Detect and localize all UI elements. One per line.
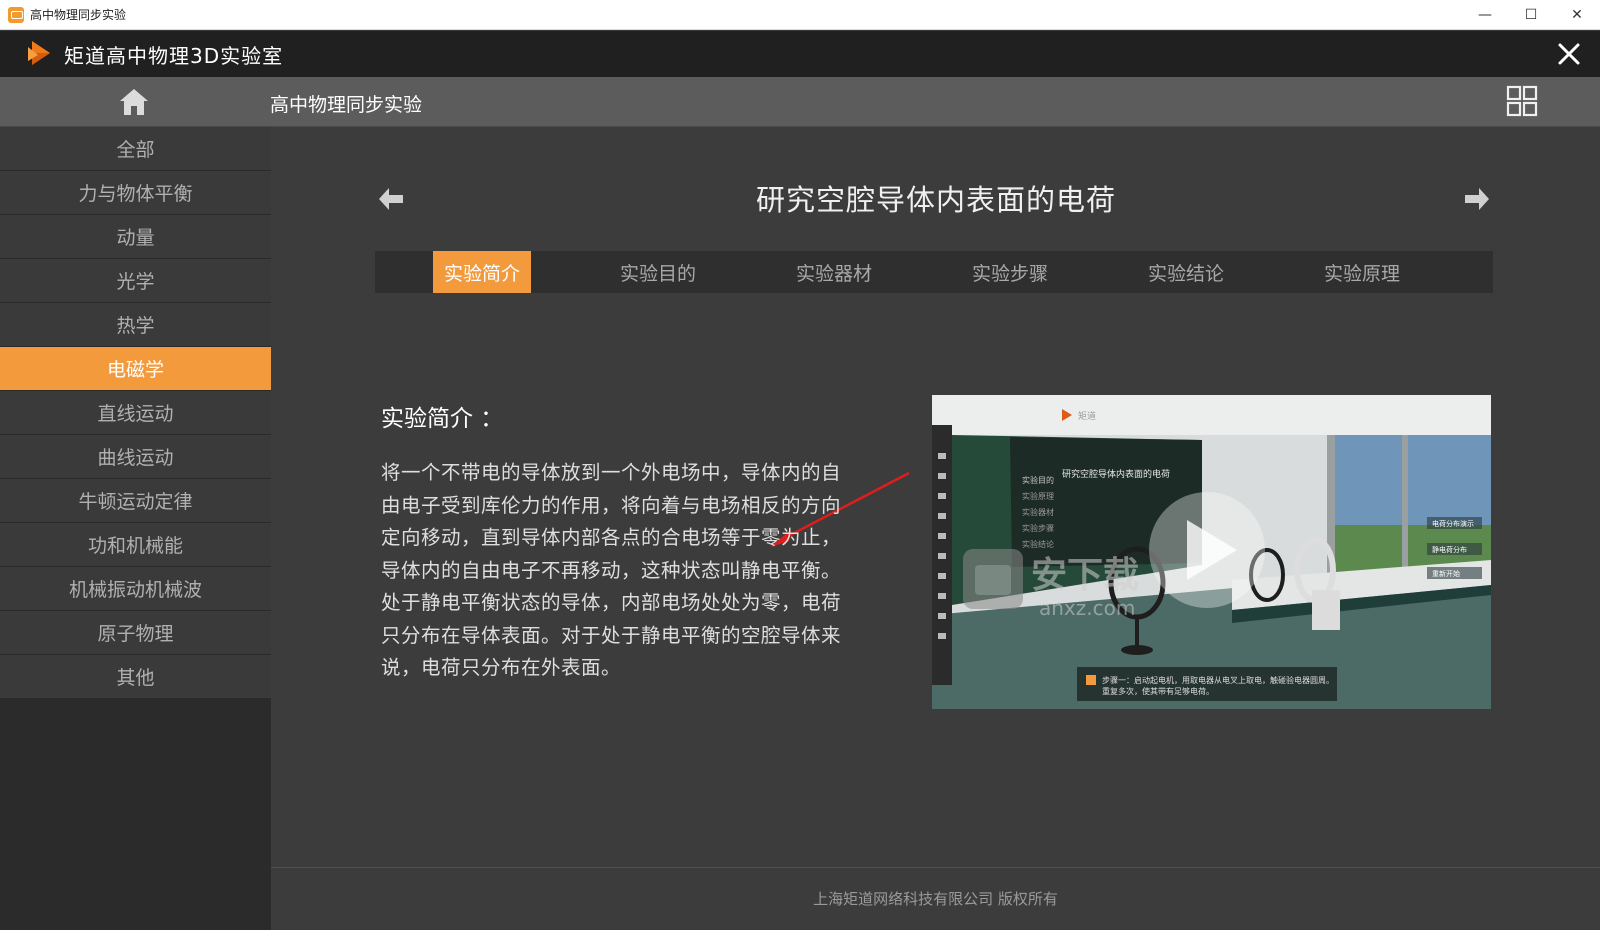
maximize-button[interactable]: ☐ [1508,0,1554,30]
intro-line: 由电子受到库伦力的作用，将向着与电场相反的方向 [381,493,842,517]
tab-4[interactable]: 实验结论 [1137,251,1235,293]
svg-text:安下载: 安下载 [1031,555,1139,596]
window-controls: — ☐ ✕ [1462,0,1600,30]
sidebar-item[interactable]: 力与物体平衡 [0,171,271,215]
svg-text:静电荷分布: 静电荷分布 [1432,545,1467,554]
svg-text:anxz.com: anxz.com [1039,596,1135,620]
sidebar-item[interactable]: 机械振动机械波 [0,567,271,611]
footer-copyright: 上海矩道网络科技有限公司 版权所有 [813,890,1058,908]
sidebar-item[interactable]: 动量 [0,215,271,259]
intro-line: 导体内的自由电子不再移动，这种状态叫静电平衡。 [381,558,842,582]
minimize-button[interactable]: — [1462,0,1508,30]
intro-line: 处于静电平衡状态的导体，内部电场处处为零，电荷 [381,591,842,614]
sidebar-item[interactable]: 原子物理 [0,611,271,655]
window-titlebar: 高中物理同步实验 — ☐ ✕ [0,0,1600,30]
arrow-right-icon[interactable] [1461,183,1493,215]
intro-body: 将一个不带电的导体放到一个外电场中，导体内的自 由电子受到库伦力的作用，将向着与电… [381,457,891,685]
app-title: 矩道高中物理3D实验室 [64,43,284,68]
video-board-title: 研究空腔导体内表面的电荷 [1062,468,1170,480]
intro-line: 说，电荷只分布在外表面。 [381,656,622,679]
watermark-logo: 安下载 anxz.com [963,549,1139,620]
tab-2[interactable]: 实验器材 [785,251,883,293]
video-caption-line1: 步骤一：启动起电机，用取电器从电叉上取电，触碰验电器圆周。 [1102,675,1334,685]
svg-text:矩道: 矩道 [1078,410,1096,422]
footer: 上海矩道网络科技有限公司 版权所有 [271,867,1600,930]
svg-text:实验原理: 实验原理 [1022,491,1054,501]
grid-icon[interactable] [1506,85,1538,117]
sidebar-item[interactable]: 全部 [0,127,271,171]
nav-title: 高中物理同步实验 [270,94,423,116]
svg-text:实验目的: 实验目的 [1022,475,1054,485]
sidebar-item[interactable]: 光学 [0,259,271,303]
intro-line: 定向移动，直到导体内部各点的合电场等于零为止， [381,526,842,549]
sidebar-item[interactable]: 功和机械能 [0,523,271,567]
intro-line: 将一个不带电的导体放到一个外电场中，导体内的自 [381,461,842,484]
intro-heading: 实验简介 ： [381,406,504,432]
sidebar-item[interactable]: 电磁学 [0,347,271,391]
close-icon[interactable] [1554,39,1584,69]
main-content: 研究空腔导体内表面的电荷 实验简介 实验目的 实验器材 实验步骤 实验结论 实验原理 实验… [271,127,1600,930]
experiment-tabs: 实验简介 实验目的 实验器材 实验步骤 实验结论 实验原理 [375,251,1493,293]
tab-5[interactable]: 实验原理 [1313,251,1411,293]
app-header: 矩道高中物理3D实验室 [0,31,1600,77]
sidebar-item[interactable]: 其他 [0,655,271,699]
svg-text:重新开始: 重新开始 [1432,569,1460,578]
home-icon[interactable] [118,87,150,117]
app-window-icon [8,6,24,23]
intro-line: 只分布在导体表面。对于处于静电平衡的空腔导体来 [381,623,842,647]
sidebar-item[interactable]: 热学 [0,303,271,347]
sidebar-item[interactable]: 直线运动 [0,391,271,435]
tab-3[interactable]: 实验步骤 [961,251,1059,293]
sidebar-item[interactable]: 牛顿运动定律 [0,479,271,523]
svg-text:实验器材: 实验器材 [1022,507,1054,517]
tab-1[interactable]: 实验目的 [609,251,707,293]
video-caption-line2: 重复多次，使其带有足够电荷。 [1102,686,1214,696]
sidebar-item[interactable]: 曲线运动 [0,435,271,479]
tab-0[interactable]: 实验简介 [433,251,531,293]
window-title: 高中物理同步实验 [30,8,127,22]
navbar: 高中物理同步实验 [0,77,1600,127]
svg-text:实验步骤: 实验步骤 [1022,523,1054,533]
window-close-button[interactable]: ✕ [1554,0,1600,30]
svg-text:电荷分布演示: 电荷分布演示 [1432,519,1474,528]
arrow-left-icon[interactable] [375,183,407,215]
experiment-title: 研究空腔导体内表面的电荷 [755,183,1116,217]
play-logo-icon [28,41,50,65]
category-sidebar: 全部 力与物体平衡 动量 光学 热学 电磁学 直线运动 曲线运动 牛顿运动定律 功和机械能 机械振动… [0,127,271,930]
